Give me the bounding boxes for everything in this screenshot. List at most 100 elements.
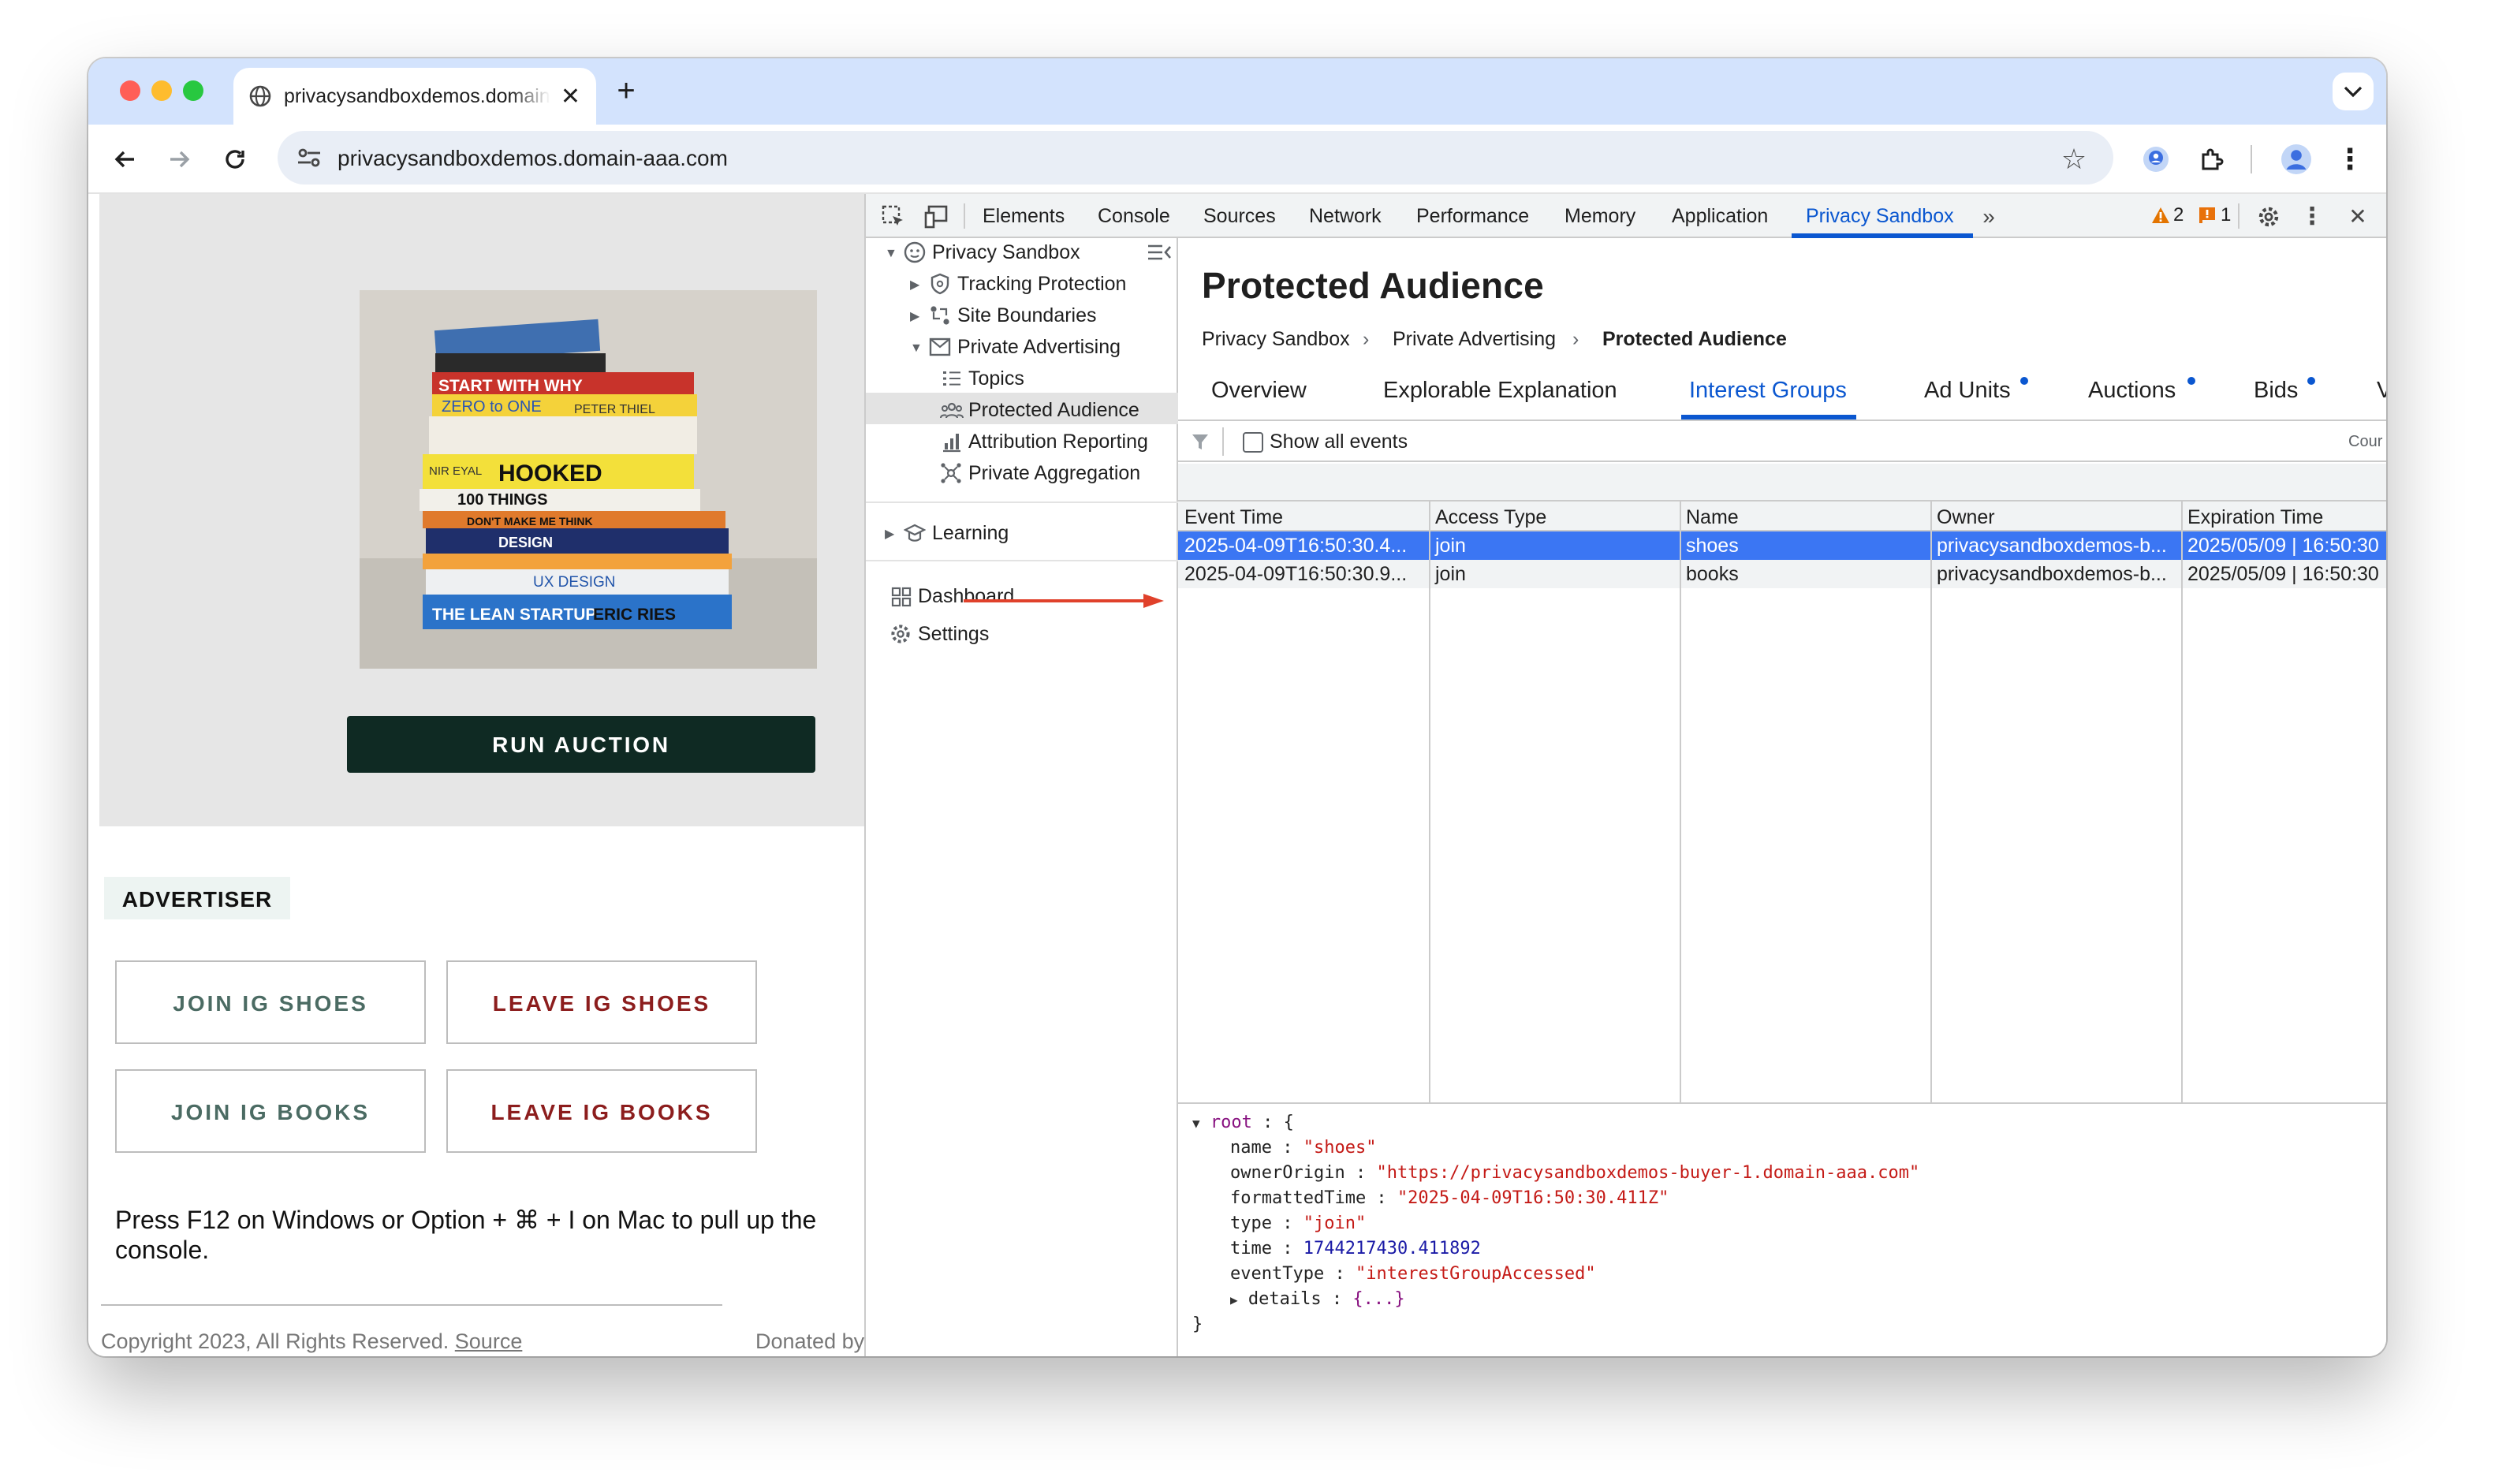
avatar-icon[interactable] xyxy=(2277,140,2315,178)
issues-badge[interactable]: 1 xyxy=(2199,203,2231,226)
sidebar-item-attribution-reporting[interactable]: Attribution Reporting xyxy=(935,426,1148,457)
json-key: type xyxy=(1230,1213,1272,1233)
collapsed-triangle-icon: ▶ xyxy=(1230,1293,1238,1307)
panel-title: Protected Audience xyxy=(1202,265,1544,306)
json-key: details xyxy=(1248,1288,1322,1309)
breadcrumb-chevron-icon: › xyxy=(1572,328,1579,350)
sidebar-item-topics[interactable]: Topics xyxy=(935,363,1024,394)
join-ig-books-button[interactable]: JOIN IG BOOKS xyxy=(115,1069,426,1153)
site-info-icon[interactable] xyxy=(296,147,322,169)
tab-interest-groups[interactable]: Interest Groups xyxy=(1689,378,1847,404)
json-value: 1744217430.411892 xyxy=(1303,1238,1481,1258)
sidebar-item-tracking-protection[interactable]: ▶ Tracking Protection xyxy=(910,268,1126,300)
tab-auctions[interactable]: Auctions xyxy=(2088,378,2176,404)
devtools-menu-kebab-icon[interactable]: ⋮ xyxy=(2300,200,2324,232)
column-header-event-time[interactable]: Event Time xyxy=(1178,502,1429,531)
close-tab-icon[interactable]: ✕ xyxy=(561,82,580,110)
json-brace: } xyxy=(1192,1314,1203,1334)
warnings-badge[interactable]: 2 xyxy=(2151,203,2184,226)
source-link[interactable]: Source xyxy=(455,1329,523,1353)
column-header-expiration-time[interactable]: Expiration Time xyxy=(2181,502,2386,531)
address-bar[interactable]: privacysandboxdemos.domain-aaa.com xyxy=(278,131,2113,185)
devtools-panel: Elements Console Sources Network Perform… xyxy=(864,194,2386,1356)
json-detail-viewer: ▼ root : { name : "shoes" ownerOrigin : … xyxy=(1178,1102,2386,1356)
sidebar-item-privacy-sandbox[interactable]: ▼ Privacy Sandbox xyxy=(885,237,1080,268)
device-toolbar-icon[interactable] xyxy=(923,202,951,230)
cell-expiration: 2025/05/09 | 16:50:30 xyxy=(2187,535,2379,557)
table-row[interactable]: 2025-04-09T16:50:30.4... join shoes priv… xyxy=(1178,531,2386,560)
sidebar-item-settings[interactable]: Settings xyxy=(885,618,989,650)
tab-performance[interactable]: Performance xyxy=(1416,205,1529,227)
minimize-window-button[interactable] xyxy=(151,80,172,101)
more-tabs-chevron-icon[interactable]: » xyxy=(1976,200,2001,232)
devtools-tabbar: Elements Console Sources Network Perform… xyxy=(866,194,2386,238)
column-header-access-type[interactable]: Access Type xyxy=(1429,502,1680,531)
extensions-puzzle-icon[interactable] xyxy=(2194,142,2228,177)
breadcrumb-private-advertising[interactable]: Private Advertising xyxy=(1393,328,1556,350)
expanded-triangle-icon: ▼ xyxy=(885,245,897,259)
ad-envelope-icon xyxy=(927,336,953,358)
profile-shield-icon[interactable] xyxy=(2139,142,2173,177)
bookmark-star-icon[interactable]: ☆ xyxy=(2058,143,2090,175)
topics-list-icon xyxy=(938,367,964,390)
book-title: START WITH WHY xyxy=(438,377,583,395)
footer-divider xyxy=(101,1304,722,1306)
join-ig-shoes-button[interactable]: JOIN IG SHOES xyxy=(115,960,426,1044)
tab-privacy-sandbox[interactable]: Privacy Sandbox xyxy=(1806,205,1954,227)
column-header-owner[interactable]: Owner xyxy=(1930,502,2181,531)
sidebar-divider xyxy=(866,560,1178,561)
sidebar-label: Protected Audience xyxy=(968,399,1139,421)
filter-funnel-icon[interactable] xyxy=(1189,431,1211,453)
audience-group-icon xyxy=(938,399,964,421)
table-row[interactable]: 2025-04-09T16:50:30.9... join books priv… xyxy=(1178,560,2386,588)
close-devtools-icon[interactable]: ✕ xyxy=(2344,200,2372,232)
column-header-name[interactable]: Name xyxy=(1680,502,1930,531)
tab-overflow[interactable]: V xyxy=(2377,378,2386,404)
browser-tab[interactable]: privacysandboxdemos.domain-aaa.com ✕ xyxy=(233,68,596,125)
book-stack-image: START WITH WHY ZERO to ONE PETER THIEL N… xyxy=(360,290,817,669)
leave-ig-shoes-button[interactable]: LEAVE IG SHOES xyxy=(446,960,757,1044)
json-line: formattedTime : "2025-04-09T16:50:30.411… xyxy=(1230,1188,1669,1208)
tab-elements[interactable]: Elements xyxy=(983,205,1065,227)
json-root-line[interactable]: ▼ root : { xyxy=(1192,1110,1294,1137)
close-window-button[interactable] xyxy=(120,80,140,101)
tab-overview[interactable]: Overview xyxy=(1211,378,1307,404)
sidebar-item-learning[interactable]: ▶ Learning xyxy=(885,517,1009,549)
tab-console[interactable]: Console xyxy=(1098,205,1170,227)
sidebar-item-private-advertising[interactable]: ▼ Private Advertising xyxy=(910,331,1121,363)
json-line: } xyxy=(1192,1312,1203,1337)
browser-menu-kebab-icon[interactable]: ⋮ xyxy=(2334,142,2366,177)
breadcrumb-privacy-sandbox[interactable]: Privacy Sandbox xyxy=(1202,328,1350,350)
tab-ad-units[interactable]: Ad Units xyxy=(1924,378,2011,404)
inspect-element-icon[interactable] xyxy=(878,202,907,230)
tab-search-chevron-icon[interactable] xyxy=(2333,73,2374,110)
leave-ig-books-button[interactable]: LEAVE IG BOOKS xyxy=(446,1069,757,1153)
show-all-events-checkbox[interactable] xyxy=(1243,432,1263,453)
json-line: name : "shoes" xyxy=(1230,1137,1377,1158)
forward-arrow-icon[interactable] xyxy=(162,142,197,177)
reload-icon[interactable] xyxy=(218,142,252,177)
cell-access-type: join xyxy=(1435,563,1466,585)
json-details-line[interactable]: ▶ details : {...} xyxy=(1230,1287,1405,1314)
tab-sources[interactable]: Sources xyxy=(1203,205,1276,227)
site-boundaries-icon xyxy=(927,304,953,326)
sidebar-label: Tracking Protection xyxy=(957,273,1127,295)
tab-memory[interactable]: Memory xyxy=(1565,205,1635,227)
run-auction-button[interactable]: RUN AUCTION xyxy=(347,716,815,773)
sidebar-item-protected-audience[interactable]: Protected Audience xyxy=(935,394,1139,426)
zoom-window-button[interactable] xyxy=(183,80,203,101)
back-arrow-icon[interactable] xyxy=(107,142,142,177)
copyright-text: Copyright 2023, All Rights Reserved. Sou… xyxy=(101,1329,522,1353)
tab-explorable-explanation[interactable]: Explorable Explanation xyxy=(1383,378,1617,404)
collapse-sidebar-icon[interactable] xyxy=(1147,240,1172,265)
donated-text: Donated by xyxy=(755,1329,864,1353)
tab-bids[interactable]: Bids xyxy=(2254,378,2298,404)
settings-gear-icon[interactable] xyxy=(2254,202,2282,230)
sidebar-item-private-aggregation[interactable]: Private Aggregation xyxy=(935,457,1140,489)
new-tab-icon[interactable]: + xyxy=(609,73,643,109)
sidebar-item-site-boundaries[interactable]: ▶ Site Boundaries xyxy=(910,300,1097,331)
tab-network[interactable]: Network xyxy=(1309,205,1382,227)
tab-application[interactable]: Application xyxy=(1672,205,1768,227)
sidebar-label: Private Aggregation xyxy=(968,462,1141,484)
json-line: time : 1744217430.411892 xyxy=(1230,1238,1481,1258)
